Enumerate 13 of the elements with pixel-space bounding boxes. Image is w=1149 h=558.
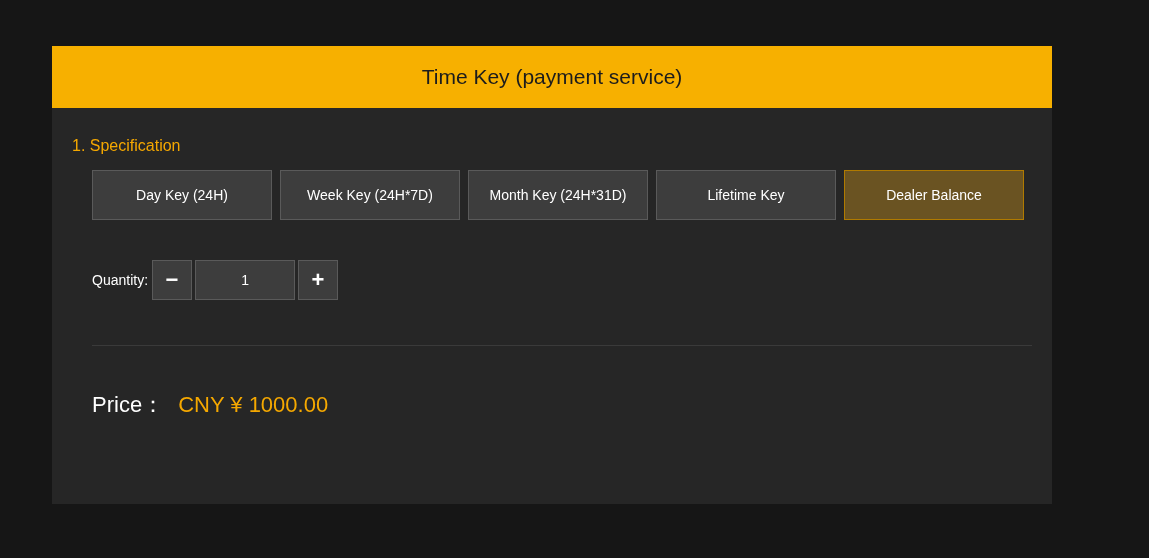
- increment-button[interactable]: +: [298, 260, 339, 300]
- price-label: Price：: [92, 391, 165, 419]
- price-value: CNY ¥ 1000.00: [178, 392, 329, 418]
- section-label: 1. Specification: [72, 136, 182, 156]
- option-button[interactable]: Lifetime Key: [656, 170, 836, 220]
- panel-title: Time Key (payment service): [52, 46, 1052, 108]
- option-button[interactable]: Day Key (24H): [92, 170, 272, 220]
- option-button[interactable]: Dealer Balance: [844, 170, 1024, 220]
- quantity-field[interactable]: 1: [195, 260, 296, 300]
- decrement-button[interactable]: −: [152, 260, 193, 300]
- quantity-label: Quantity:: [92, 272, 149, 288]
- option-button[interactable]: Month Key (24H*31D): [468, 170, 648, 220]
- option-button[interactable]: Week Key (24H*7D): [280, 170, 460, 220]
